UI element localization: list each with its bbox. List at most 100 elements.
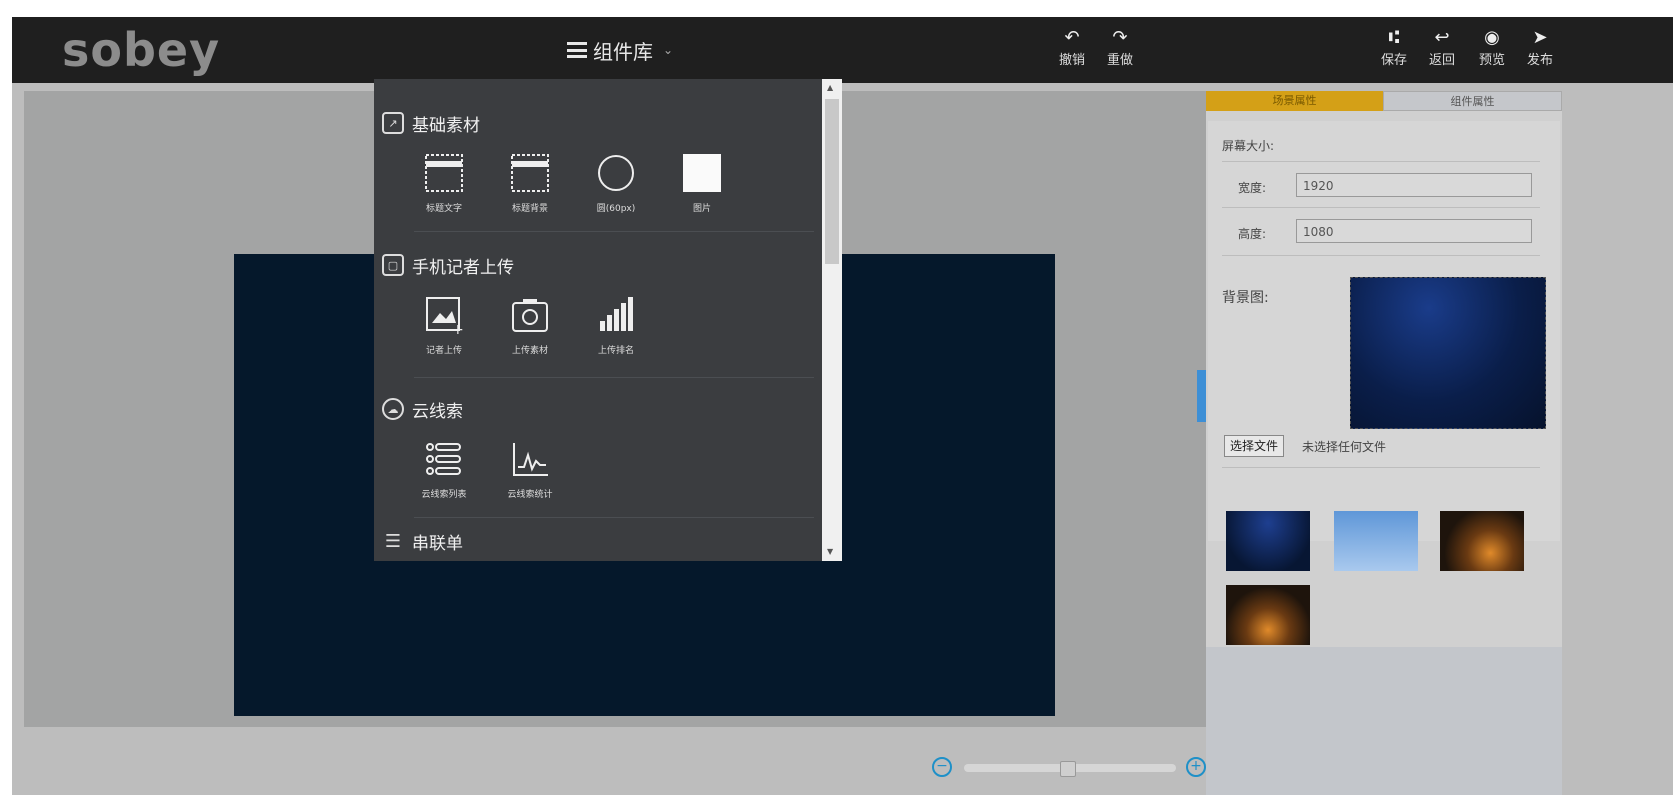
publish-button[interactable]: ➤ 发布 [1520, 27, 1560, 68]
top-bar: sobey 组件库 ⌄ ↶ 撤销 ↷ 重做 ⑆ 保存 ↩ 返回 ◉ 预览 ➤ 发… [12, 17, 1673, 83]
cloud-icon: ☁ [382, 398, 404, 420]
zoom-slider-thumb[interactable] [1060, 761, 1076, 777]
properties-panel: 场景属性 组件属性 屏幕大小: 宽度: 1920 高度: 1080 背景图: 选… [1206, 91, 1562, 795]
component-title-text[interactable]: 标题文字 [420, 151, 468, 214]
component-cloud-clue-list[interactable]: 云线索列表 [420, 437, 468, 500]
scrollbar-thumb[interactable] [825, 99, 839, 264]
section-basic-materials: ↗ 基础素材 标题文字 标题背景 圆(60px) 图片 [382, 109, 812, 214]
preview-label: 预览 [1478, 53, 1505, 68]
scroll-up-icon[interactable]: ▲ [827, 83, 833, 92]
section-header: ☁ 云线索 [382, 395, 812, 423]
back-label: 返回 [1428, 53, 1455, 68]
item-label: 图片 [692, 204, 711, 214]
item-label: 标题背景 [511, 204, 548, 214]
height-label: 高度: [1238, 227, 1267, 241]
divider [414, 231, 814, 232]
section-rundown: ☰ 串联单 [382, 527, 812, 555]
dropdown-scrollbar[interactable]: ▲ ▼ [822, 79, 842, 561]
save-button[interactable]: ⑆ 保存 [1374, 27, 1414, 68]
send-icon: ➤ [1532, 27, 1548, 48]
zoom-control: − + [932, 757, 1232, 781]
section-title: 手机记者上传 [412, 257, 514, 278]
thumbnail-2[interactable] [1334, 511, 1418, 571]
section-header: ↗ 基础素材 [382, 109, 812, 137]
scroll-down-icon[interactable]: ▼ [827, 547, 833, 556]
title-bg-icon [508, 151, 552, 195]
item-label: 圆(60px) [596, 204, 636, 214]
thumbnail-1[interactable] [1226, 511, 1310, 571]
redo-icon: ↷ [1112, 27, 1128, 48]
scene-properties-form: 屏幕大小: 宽度: 1920 高度: 1080 背景图: 选择文件 未选择任何文… [1208, 121, 1560, 541]
height-input[interactable]: 1080 [1296, 219, 1532, 243]
tab-component-properties[interactable]: 组件属性 [1383, 91, 1562, 111]
title-text-icon [422, 151, 466, 195]
eye-icon: ◉ [1484, 27, 1500, 48]
undo-label: 撤销 [1058, 53, 1085, 68]
preview-button[interactable]: ◉ 预览 [1472, 27, 1512, 68]
background-preview[interactable] [1350, 277, 1546, 429]
image-square-icon [680, 151, 724, 195]
phone-icon: ▢ [382, 254, 404, 276]
properties-tabs: 场景属性 组件属性 [1206, 91, 1562, 111]
component-circle[interactable]: 圆(60px) [592, 151, 640, 214]
divider [414, 377, 814, 378]
image-upload-icon: + [422, 293, 466, 337]
component-library-menu[interactable]: 组件库 ⌄ [567, 35, 673, 65]
layers-icon: ☰ [384, 530, 402, 552]
redo-button[interactable]: ↷ 重做 [1100, 27, 1140, 68]
menu-icon [567, 42, 587, 58]
save-icon: ⑆ [1388, 27, 1400, 48]
publish-label: 发布 [1526, 53, 1553, 68]
divider [1222, 161, 1540, 162]
circle-icon [594, 151, 638, 195]
component-image[interactable]: 图片 [678, 151, 726, 214]
screen-size-label: 屏幕大小: [1222, 139, 1275, 153]
undo-button[interactable]: ↶ 撤销 [1052, 27, 1092, 68]
section-title: 基础素材 [412, 115, 480, 136]
camera-icon [508, 293, 552, 337]
tab-scene-properties[interactable]: 场景属性 [1206, 91, 1383, 111]
divider [1222, 467, 1540, 468]
choose-file-button[interactable]: 选择文件 [1224, 435, 1285, 457]
svg-text:+: + [452, 322, 464, 335]
item-label: 云线索列表 [421, 490, 467, 500]
item-label: 云线索统计 [507, 490, 553, 500]
no-file-text: 未选择任何文件 [1302, 440, 1387, 454]
component-title-bg[interactable]: 标题背景 [506, 151, 554, 214]
save-label: 保存 [1380, 53, 1407, 68]
undo-icon: ↶ [1064, 27, 1080, 48]
width-label: 宽度: [1238, 181, 1267, 195]
section-header: ☰ 串联单 [382, 527, 812, 555]
component-upload-ranking[interactable]: 上传排名 [592, 293, 640, 356]
chart-icon: ↗ [382, 112, 404, 134]
list-icon [422, 437, 466, 481]
zoom-slider[interactable] [964, 761, 1176, 777]
panel-footer-area [1206, 647, 1562, 795]
divider [1222, 207, 1540, 208]
zoom-in-button[interactable]: + [1186, 757, 1206, 777]
component-library-dropdown: ↗ 基础素材 标题文字 标题背景 圆(60px) 图片 ▢ 手机记者上传 + 记… [374, 79, 842, 561]
section-cloud-clues: ☁ 云线索 云线索列表 云线索统计 [382, 395, 812, 500]
app-window: sobey 组件库 ⌄ ↶ 撤销 ↷ 重做 ⑆ 保存 ↩ 返回 ◉ 预览 ➤ 发… [12, 17, 1673, 795]
chevron-down-icon: ⌄ [663, 43, 674, 57]
logo: sobey [62, 23, 221, 77]
component-reporter-upload[interactable]: + 记者上传 [420, 293, 468, 356]
component-upload-material[interactable]: 上传素材 [506, 293, 554, 356]
width-input[interactable]: 1920 [1296, 173, 1532, 197]
component-cloud-clue-stats[interactable]: 云线索统计 [506, 437, 554, 500]
component-library-label: 组件库 [593, 39, 653, 64]
section-mobile-reporter: ▢ 手机记者上传 + 记者上传 上传素材 上传排名 [382, 251, 812, 356]
section-title: 云线索 [412, 401, 463, 422]
thumbnail-4[interactable] [1226, 585, 1310, 645]
divider [414, 517, 814, 518]
zoom-out-button[interactable]: − [932, 757, 952, 777]
item-label: 标题文字 [425, 204, 462, 214]
item-label: 上传排名 [597, 346, 634, 356]
thumbnail-3[interactable] [1440, 511, 1524, 571]
bar-chart-icon [594, 293, 638, 337]
divider [1222, 255, 1540, 256]
back-icon: ↩ [1434, 27, 1450, 48]
section-header: ▢ 手机记者上传 [382, 251, 812, 279]
back-button[interactable]: ↩ 返回 [1422, 27, 1462, 68]
line-chart-icon [508, 437, 552, 481]
